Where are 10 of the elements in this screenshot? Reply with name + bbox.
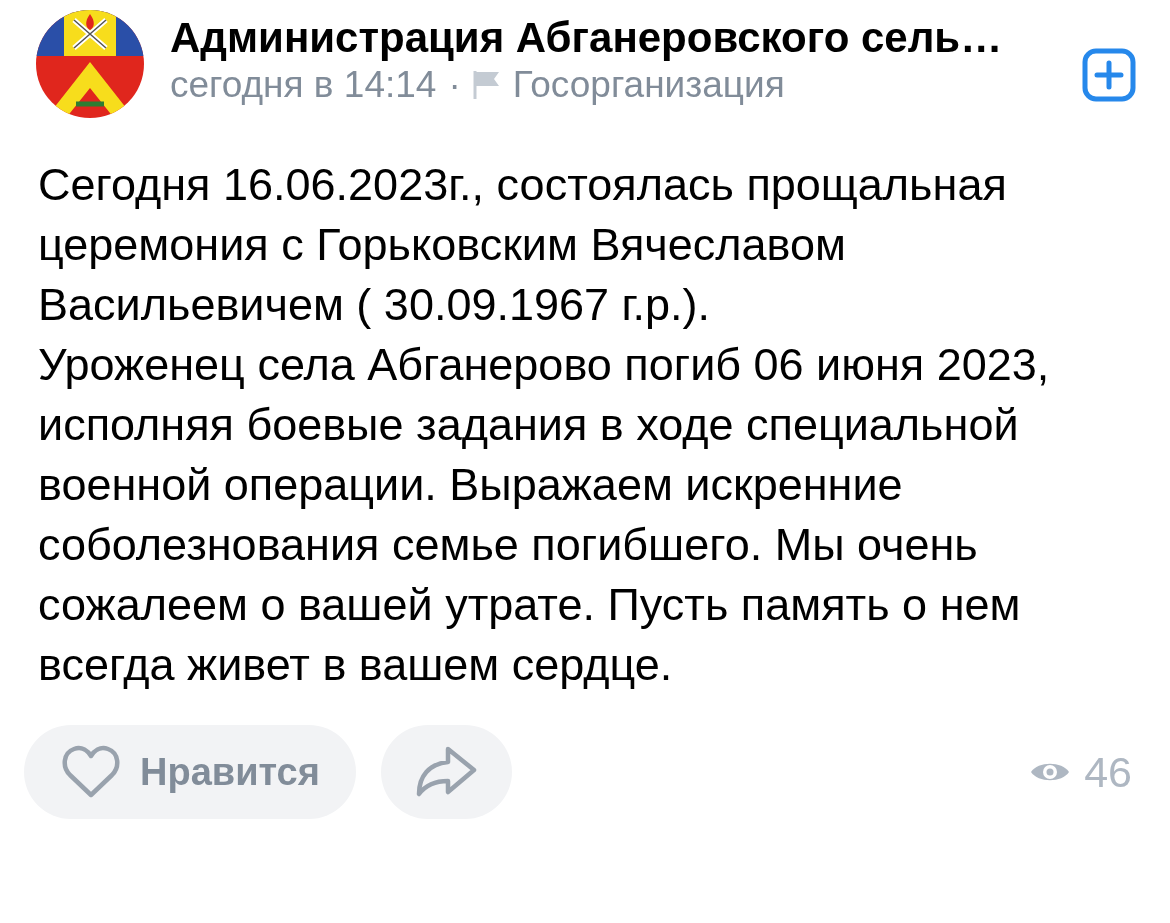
- separator-dot: ·: [448, 64, 461, 106]
- subscribe-plus-button[interactable]: [1082, 48, 1136, 102]
- share-arrow-icon: [415, 746, 478, 798]
- post-time: сегодня в 14:14: [170, 64, 437, 106]
- post-paragraph: Сегодня 16.06.2023г., состоялась прощальная церемония с Горьковским Вячеславом Васильевичем ( 30.09.1967 г.р.).: [38, 158, 1008, 332]
- author-name[interactable]: Администрация Абганеровского сель…: [170, 14, 1056, 62]
- organization-label: Госорганизация: [512, 64, 785, 106]
- views-count: 46: [1084, 747, 1132, 797]
- post-paragraph: Уроженец села Абганерово погиб 06 июня 2023, исполняя боевые задания в ходе специальной военной операции. Выражаем искренние соболезнования семье погибшего. Мы очень сожалеем о вашей утрате. Пусть память о нем всегда живет в вашем сердце.: [38, 338, 1051, 692]
- flag-icon: [472, 70, 501, 100]
